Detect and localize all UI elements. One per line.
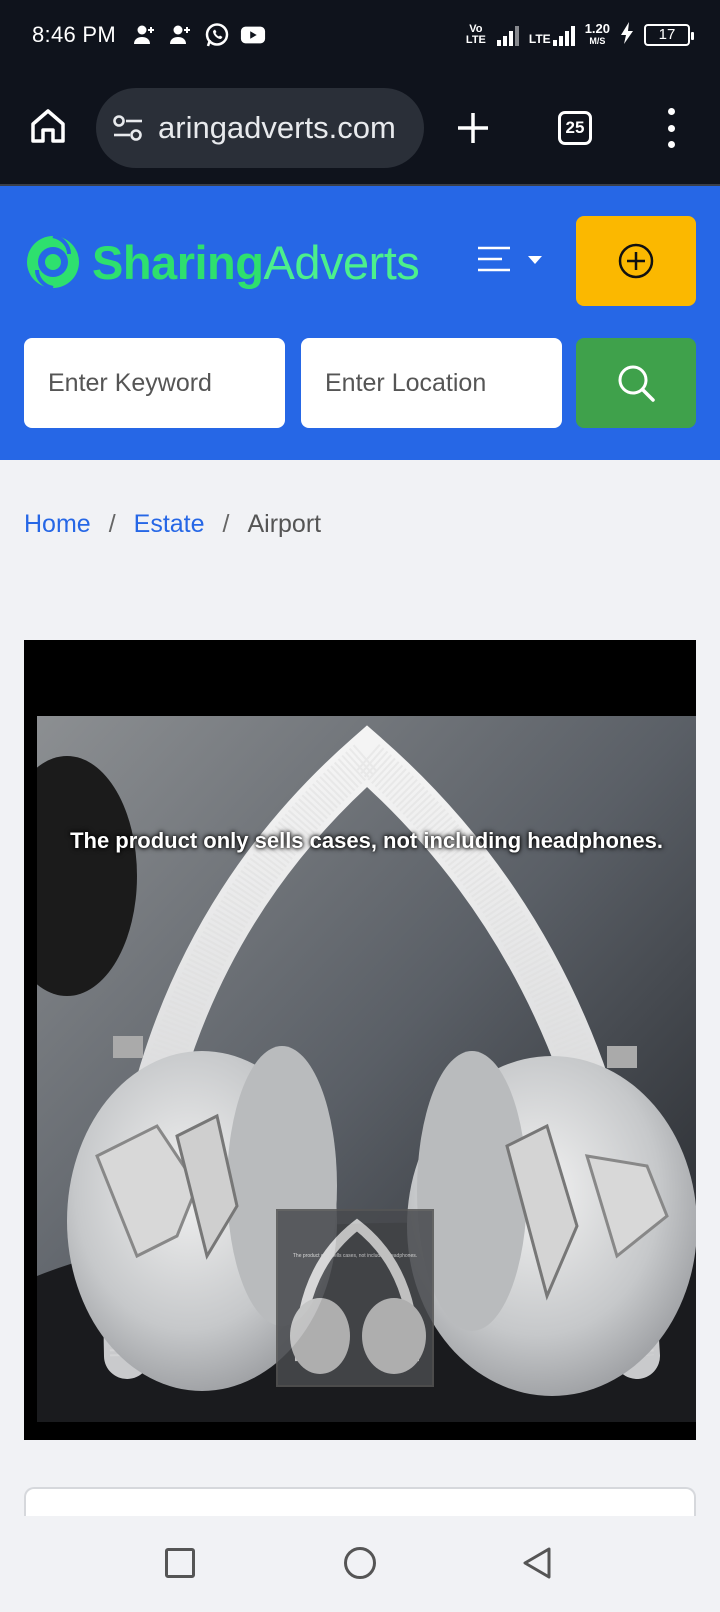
caret-down-icon [528, 256, 542, 264]
search-icon [618, 365, 655, 402]
breadcrumb: Home / Estate / Airport [24, 510, 321, 539]
contact-add-icon [168, 22, 194, 48]
breadcrumb-home[interactable]: Home [24, 510, 91, 539]
logo-text-part2: Adverts [263, 235, 420, 289]
thumbnail-caption: The product only sells cases, not includ… [292, 1253, 418, 1259]
new-tab-icon[interactable] [455, 110, 491, 146]
search-button[interactable] [576, 338, 696, 428]
site-header: SharingAdverts [0, 186, 720, 460]
home-button[interactable] [344, 1547, 376, 1579]
post-ad-button[interactable] [576, 216, 696, 306]
image-caption: The product only sells cases, not includ… [70, 828, 663, 853]
more-options-icon[interactable] [664, 108, 678, 148]
lte-label: LTE [528, 31, 551, 46]
menu-toggle-button[interactable] [476, 244, 546, 276]
ad-details-card [24, 1487, 696, 1517]
address-bar[interactable]: aringadverts.com [96, 88, 424, 168]
site-logo[interactable]: SharingAdverts [24, 222, 420, 302]
net-speed: 1.20 M/S [584, 20, 610, 47]
url-text[interactable]: aringadverts.com [158, 110, 412, 146]
logo-text-part1: Sharing [92, 235, 264, 289]
system-status: Vo LTE LTE 1.20 M/S 17 [465, 20, 694, 47]
whatsapp-icon [204, 22, 230, 48]
home-icon[interactable] [28, 106, 68, 146]
contact-add-icon [132, 22, 158, 48]
browser-toolbar: aringadverts.com 25 [0, 72, 720, 186]
image-thumbnail[interactable]: The product only sells cases, not includ… [276, 1209, 434, 1387]
logo-text: SharingAdverts [92, 235, 420, 290]
menu-lines-icon [478, 246, 510, 272]
battery-level: 17 [658, 26, 676, 43]
charging-icon [620, 22, 634, 47]
site-settings-icon[interactable] [112, 114, 144, 142]
notification-icons [132, 22, 266, 48]
back-triangle-icon [523, 1547, 551, 1579]
location-input[interactable] [301, 338, 562, 428]
breadcrumb-current: Airport [247, 510, 322, 538]
status-time: 8:46 PM [32, 22, 117, 47]
add-circle-icon [618, 243, 654, 279]
volte-icon: Vo LTE [465, 22, 486, 46]
lte-signal-icon: LTE [529, 24, 575, 46]
system-nav-bar [0, 1516, 720, 1612]
net-speed-unit: M/S [589, 35, 606, 46]
breadcrumb-category[interactable]: Estate [134, 510, 205, 539]
logo-mark-icon [27, 234, 79, 290]
net-speed-value: 1.20 [584, 20, 610, 36]
breadcrumb-separator: / [222, 510, 230, 538]
status-bar: 8:46 PM Vo LTE LTE 1.20 M/S 17 [0, 0, 720, 72]
recents-button[interactable] [165, 1548, 195, 1578]
back-button[interactable] [522, 1546, 552, 1580]
tab-switcher-button[interactable]: 25 [558, 111, 592, 145]
signal-icon [496, 24, 519, 46]
battery-icon: 17 [644, 23, 694, 46]
tab-count: 25 [565, 118, 585, 137]
youtube-icon [240, 22, 266, 48]
thumbnail-image [278, 1211, 432, 1385]
breadcrumb-separator: / [108, 510, 116, 538]
keyword-input[interactable] [24, 338, 285, 428]
